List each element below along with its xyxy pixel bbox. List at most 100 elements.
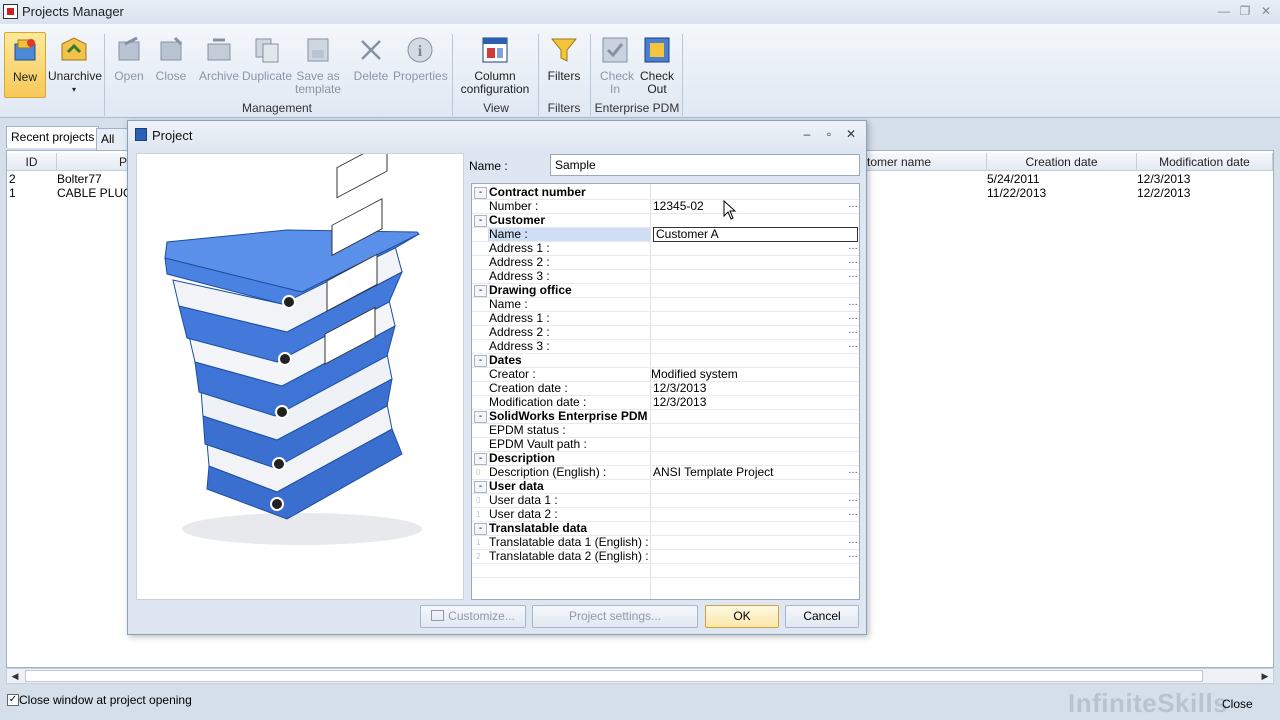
close-button[interactable]: Close (150, 32, 192, 98)
ellipsis-icon[interactable]: … (848, 464, 858, 477)
tab-all-projects[interactable]: All pro (96, 128, 130, 150)
collapse-icon[interactable]: - (474, 481, 487, 493)
property-row[interactable]: Creator : Modified system (472, 368, 859, 382)
tab-recent-projects[interactable]: Recent projects (6, 126, 100, 148)
property-row[interactable]: 2 Translatable data 2 (English) :… (472, 548, 859, 564)
minimize-icon[interactable]: — (1216, 4, 1232, 18)
properties-button[interactable]: i Properties (393, 32, 448, 98)
property-row[interactable]: 1 User data 2 :… (472, 506, 859, 522)
category-drawing-office[interactable]: - Drawing office (472, 284, 859, 298)
delete-button[interactable]: Delete (350, 32, 392, 98)
scrollbar-thumb[interactable] (25, 670, 1203, 682)
property-row[interactable]: 1 Translatable data 1 (English) :… (472, 534, 859, 550)
ellipsis-icon[interactable]: … (848, 268, 858, 281)
dialog-maximize-icon[interactable]: ▫ (821, 126, 837, 142)
column-configuration-button[interactable]: Column configuration (456, 32, 534, 98)
archive-button[interactable]: Archive (197, 32, 241, 98)
scroll-right-icon[interactable]: ▶ (1257, 669, 1273, 683)
open-button[interactable]: Open (108, 32, 150, 98)
property-row[interactable]: EPDM Vault path : (472, 438, 859, 452)
ellipsis-icon[interactable]: … (848, 324, 858, 337)
check-in-button[interactable]: Check In (594, 32, 636, 98)
property-row[interactable]: Address 1 :… (472, 240, 859, 256)
collapse-icon[interactable]: - (474, 285, 487, 297)
category-customer[interactable]: - Customer (472, 214, 859, 228)
project-settings-button[interactable]: Project settings... (532, 605, 698, 628)
project-icon (135, 128, 147, 141)
project-name-input[interactable]: Sample (550, 154, 860, 176)
horizontal-scrollbar[interactable]: ◀ ▶ (6, 668, 1274, 684)
collapse-icon[interactable]: - (474, 411, 487, 423)
close-on-open-checkbox[interactable]: ✓ (7, 694, 19, 706)
ellipsis-icon[interactable]: … (848, 534, 858, 547)
property-row-empty (472, 564, 859, 578)
dialog-close-icon[interactable]: ✕ (843, 126, 859, 142)
ellipsis-icon[interactable]: … (848, 506, 858, 519)
column-header-id[interactable]: ID (7, 153, 57, 171)
property-row[interactable]: Creation date :12/3/2013 (472, 382, 859, 396)
title-bar: Projects Manager — ❐ ✕ (0, 0, 1280, 24)
ellipsis-icon[interactable]: … (848, 198, 858, 211)
category-translatable-data[interactable]: - Translatable data (472, 522, 859, 536)
dialog-minimize-icon[interactable]: – (799, 126, 815, 142)
property-row[interactable]: Name :… (472, 296, 859, 312)
ellipsis-icon[interactable]: … (848, 240, 858, 253)
collapse-icon[interactable]: - (474, 355, 487, 367)
check-out-button[interactable]: Check Out (636, 32, 678, 98)
scroll-left-icon[interactable]: ◀ (7, 669, 23, 683)
collapse-icon[interactable]: - (474, 523, 487, 535)
category-solidworks-epdm[interactable]: - SolidWorks Enterprise PDM (472, 410, 859, 424)
property-row[interactable]: 0 Description (English) : ANSI Template Pr… (472, 464, 859, 480)
new-project-icon (14, 39, 36, 61)
archive-icon (207, 38, 231, 61)
ellipsis-icon[interactable]: … (848, 254, 858, 267)
collapse-icon[interactable]: - (474, 187, 487, 199)
project-image (136, 140, 464, 600)
property-row-selected[interactable]: Name : Customer A (472, 227, 859, 242)
cancel-button[interactable]: Cancel (785, 605, 859, 628)
ellipsis-icon[interactable]: … (848, 310, 858, 323)
filters-button[interactable]: Filters (542, 32, 586, 98)
ellipsis-icon[interactable]: … (848, 296, 858, 309)
property-row[interactable]: Address 2 :… (472, 324, 859, 340)
property-row[interactable]: Address 1 :… (472, 310, 859, 326)
check-in-icon (602, 37, 628, 63)
duplicate-button[interactable]: Duplicate (241, 32, 293, 98)
maximize-icon[interactable]: ❐ (1237, 4, 1253, 18)
property-row[interactable]: Address 3 :… (472, 268, 859, 284)
ellipsis-icon[interactable]: … (848, 548, 858, 561)
column-header-creation-date[interactable]: Creation date (987, 153, 1137, 171)
column-header-customer[interactable]: tomer name (867, 153, 987, 171)
category-user-data[interactable]: - User data (472, 480, 859, 494)
property-row[interactable]: Number :12345-02… (472, 198, 859, 214)
group-enterprise-pdm: Enterprise PDM (594, 101, 680, 115)
close-project-icon (160, 36, 183, 61)
collapse-icon[interactable]: - (474, 453, 487, 465)
column-header-modification-date[interactable]: Modification date (1137, 153, 1273, 171)
column-config-icon (482, 37, 508, 63)
property-row[interactable]: 0 User data 1 :… (472, 492, 859, 508)
customize-button[interactable]: Customize... (420, 605, 526, 628)
unarchive-button[interactable]: Unarchive ▾ (48, 32, 102, 98)
customer-name-edit[interactable]: Customer A (653, 227, 858, 242)
customize-icon (431, 610, 445, 621)
ellipsis-icon[interactable]: … (848, 492, 858, 505)
new-button[interactable]: New (4, 32, 46, 98)
project-name-label: Name : (469, 159, 508, 173)
property-row[interactable]: Address 3 :… (472, 338, 859, 354)
check-out-icon (644, 37, 670, 63)
category-description[interactable]: - Description (472, 452, 859, 466)
category-contract-number[interactable]: - Contract number (472, 186, 859, 200)
collapse-icon[interactable]: - (474, 215, 487, 227)
close-window-icon[interactable]: ✕ (1258, 4, 1274, 18)
ellipsis-icon[interactable]: … (848, 338, 858, 351)
category-dates[interactable]: - Dates (472, 354, 859, 368)
group-management: Management (241, 101, 313, 115)
property-row[interactable]: Modification date :12/3/2013 (472, 396, 859, 410)
save-as-template-button[interactable]: Save as template (294, 32, 342, 98)
funnel-icon (550, 38, 578, 62)
property-row[interactable]: EPDM status : (472, 424, 859, 438)
ok-button[interactable]: OK (705, 605, 779, 628)
property-row[interactable]: Address 2 :… (472, 254, 859, 270)
close-manager-button[interactable]: Close (1222, 697, 1253, 711)
